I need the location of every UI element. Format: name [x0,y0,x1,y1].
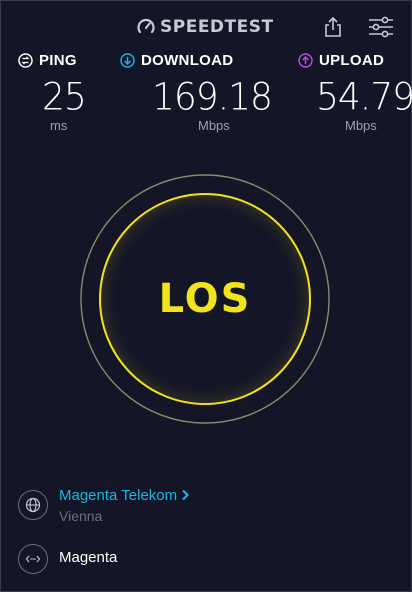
speedometer-icon [137,18,155,34]
download-label: DOWNLOAD [141,52,234,69]
download-arrow-icon [120,53,135,68]
settings-button[interactable] [366,12,396,42]
logo-text: SPEEDTEST [160,17,274,37]
ping-metric: PING 25 ms [18,52,87,133]
isp-location: Vienna [59,508,103,524]
upload-metric: UPLOAD 54.79 Mbps [298,52,412,133]
upload-label: UPLOAD [319,52,385,69]
globe-icon-circle [18,490,48,520]
sliders-icon [369,16,393,38]
share-button[interactable] [318,12,348,42]
isp-name[interactable]: Magenta Telekom [59,487,190,504]
download-metric: DOWNLOAD 169.18 Mbps [120,52,273,133]
isp-selector[interactable]: Magenta Telekom Vienna [18,487,278,530]
download-unit: Mbps [198,118,230,133]
header: SPEEDTEST [0,0,412,50]
ping-label: PING [39,52,77,69]
server-selector[interactable]: Magenta [18,544,218,574]
start-test-button[interactable]: LOS [78,172,332,426]
start-label: LOS [158,276,252,322]
ping-icon [18,53,33,68]
speedtest-logo: SPEEDTEST [136,15,274,39]
upload-value: 54.79 [316,76,412,120]
ping-value: 25 [42,76,87,120]
globe-icon [25,497,41,513]
ping-unit: ms [50,118,68,133]
server-connection-icon [25,555,41,563]
server-name: Magenta [59,549,118,566]
share-icon [325,16,341,37]
ping-label-row: PING [18,52,77,69]
isp-name-text: Magenta Telekom [59,487,178,504]
upload-unit: Mbps [345,118,377,133]
server-icon-circle [18,544,48,574]
download-label-row: DOWNLOAD [120,52,233,69]
upload-label-row: UPLOAD [298,52,384,69]
download-value: 169.18 [152,76,273,120]
chevron-right-icon [182,489,190,501]
upload-arrow-icon [298,53,313,68]
